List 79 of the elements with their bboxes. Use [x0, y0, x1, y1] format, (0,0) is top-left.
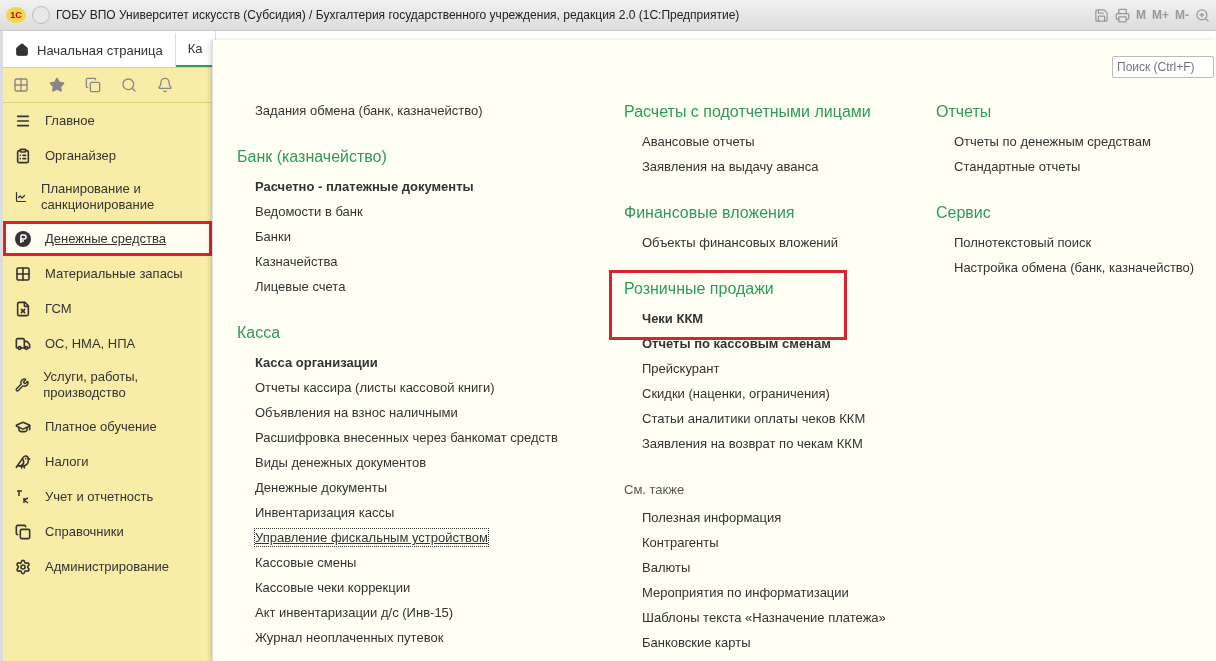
print-icon[interactable] — [1115, 7, 1130, 23]
settings-icon — [15, 558, 31, 575]
command-link[interactable]: Объявления на взнос наличными — [255, 404, 458, 421]
command-link[interactable]: Журнал неоплаченных путевок — [255, 629, 444, 646]
group-heading: См. также — [624, 481, 686, 499]
home-icon — [15, 43, 29, 57]
command-link[interactable]: Денежные документы — [255, 479, 387, 496]
command-link[interactable]: Расчетно - платежные документы — [255, 178, 474, 195]
command-link[interactable]: Банковские карты — [642, 634, 751, 651]
command-link[interactable]: Инвентаризация кассы — [255, 504, 395, 521]
command-link[interactable]: Заявления на возврат по чекам ККМ — [642, 435, 863, 452]
command-link[interactable]: Касса организации — [255, 354, 378, 371]
copy-icon — [15, 523, 31, 540]
command-link[interactable]: Мероприятия по информатизации — [642, 584, 849, 601]
star-icon[interactable] — [49, 77, 65, 93]
command-link[interactable]: Полнотекстовый поиск — [954, 234, 1092, 251]
group-heading: Отчеты — [936, 102, 993, 122]
command-link[interactable]: Статьи аналитики оплаты чеков ККМ — [642, 410, 866, 427]
window-title: ГОБУ ВПО Университет искусств (Субсидия) / Бухгалтерия государственного учреждения, редакция 2.0 (1С:Предприятие) — [56, 8, 741, 22]
sidebar-item[interactable]: Справочники — [3, 514, 214, 549]
command-link[interactable]: Отчеты по денежным средствам — [954, 133, 1151, 150]
command-link[interactable]: Банки — [255, 228, 291, 245]
command-link[interactable]: Контрагенты — [642, 534, 719, 551]
group-heading: Розничные продажи — [624, 279, 775, 299]
command-link[interactable]: Лицевые счета — [255, 278, 346, 295]
group-heading: Касса — [237, 323, 282, 343]
command-link[interactable]: Кассовые смены — [255, 554, 357, 571]
sidebar-item[interactable]: Налоги — [3, 444, 214, 479]
command-link[interactable]: Отчеты по кассовым сменам — [642, 335, 831, 352]
command-link[interactable]: Чеки ККМ — [642, 310, 704, 327]
sidebar-item[interactable]: ГСМ — [3, 291, 214, 326]
save-icon[interactable] — [1094, 7, 1109, 23]
sidebar-item[interactable]: Услуги, работы, производство — [3, 361, 214, 409]
search-field[interactable]: Поиск (Ctrl+F) — [1112, 56, 1214, 78]
command-link[interactable]: Акт инвентаризации д/с (Инв-15) — [255, 604, 454, 621]
apps-icon[interactable] — [13, 77, 29, 93]
tab[interactable]: Начальная страница — [3, 33, 176, 67]
command-link[interactable]: Скидки (наценки, ограничения) — [642, 385, 830, 402]
app-logo: 1С — [6, 7, 26, 23]
sidebar-item[interactable]: Платное обучение — [3, 409, 214, 444]
command-link[interactable]: Управление фискальным устройством — [255, 529, 488, 546]
command-link[interactable]: Кассовые чеки коррекции — [255, 579, 411, 596]
sidebar-item[interactable]: Органайзер — [3, 138, 214, 173]
command-link[interactable]: Авансовые отчеты — [642, 133, 755, 150]
group-heading: Сервис — [936, 203, 992, 223]
sidebar-item[interactable]: Материальные запасы — [3, 256, 214, 291]
sidebar-item[interactable]: Планирование и санкционирование — [3, 173, 214, 221]
group-heading: Расчеты с подотчетными лицами — [624, 102, 872, 122]
command-link[interactable]: Стандартные отчеты — [954, 158, 1081, 175]
search-icon[interactable] — [121, 77, 137, 93]
sidebar-item[interactable]: ОС, НМА, НПА — [3, 326, 214, 361]
command-link[interactable]: Задания обмена (банк, казначейство) — [255, 102, 483, 119]
group-heading: Банк (казначейство) — [237, 147, 388, 167]
command-link[interactable]: Отчеты кассира (листы кассовой книги) — [255, 379, 495, 396]
grid-icon — [15, 265, 31, 282]
command-link[interactable]: Ведомости в банк — [255, 203, 363, 220]
command-link[interactable]: Заявления на выдачу аванса — [642, 158, 819, 175]
chart-icon — [15, 189, 28, 205]
command-link[interactable]: Настройка обмена (банк, казначейство) — [954, 259, 1195, 276]
clipboard-icon — [15, 147, 31, 164]
tools-icon — [15, 377, 30, 393]
command-link[interactable]: Полезная информация — [642, 509, 782, 526]
sidebar-item[interactable]: Учет и отчетность — [3, 479, 214, 514]
command-link[interactable]: Объекты финансовых вложений — [642, 234, 839, 251]
command-link[interactable]: Прейскурант — [642, 360, 720, 377]
ruble-icon — [15, 230, 31, 247]
command-link[interactable]: Виды денежных документов — [255, 454, 427, 471]
truck-icon — [15, 335, 31, 352]
sidebar-item[interactable]: Главное — [3, 103, 214, 138]
bell-icon[interactable] — [157, 77, 173, 93]
main-menu-button[interactable] — [32, 6, 50, 24]
command-link[interactable]: Шаблоны текста «Назначение платежа» — [642, 609, 886, 626]
sidebar-item[interactable]: Денежные средства — [3, 221, 212, 256]
command-link[interactable]: Расшифровка внесенных через банкомат средств — [255, 429, 558, 446]
command-link[interactable]: Валюты — [642, 559, 691, 576]
command-link[interactable]: Казначейства — [255, 253, 338, 270]
sidebar-item[interactable]: Администрирование — [3, 549, 214, 584]
zoom-icon[interactable] — [1195, 7, 1210, 23]
group-heading: Финансовые вложения — [624, 203, 796, 223]
